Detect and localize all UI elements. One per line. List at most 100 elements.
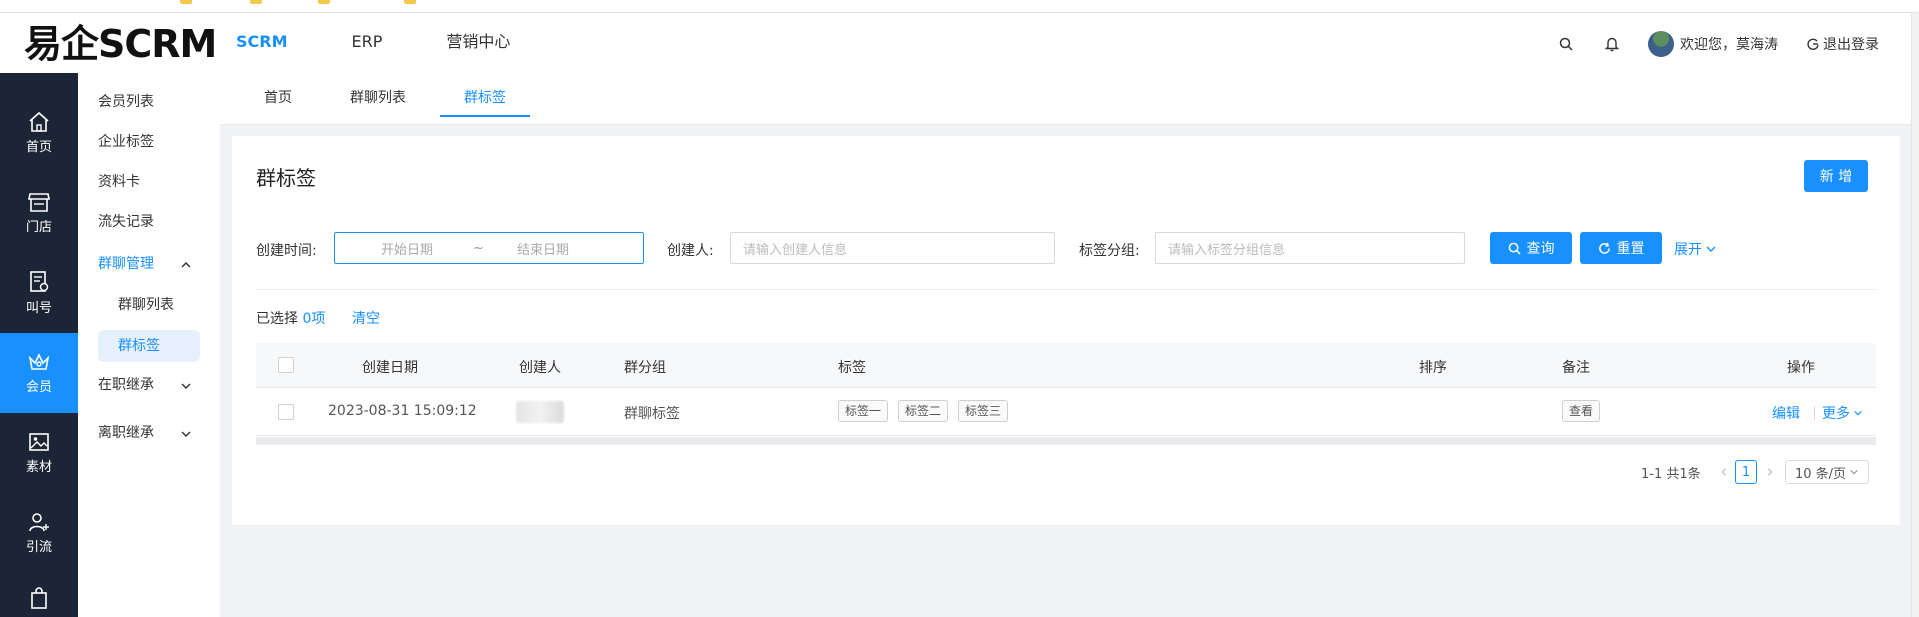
col-group: 群分组 [624,360,666,376]
clear-selection-link[interactable]: 清空 [352,308,380,328]
sidebar-item-enterprise-tags[interactable]: 企业标签 [98,132,154,152]
queue-ticket-icon [30,271,49,292]
date-range-picker[interactable]: 开始日期 ~ 结束日期 [334,232,644,264]
top-nav-erp[interactable]: ERP [352,31,383,53]
sidebar-item-queue[interactable]: 叫号 [0,253,78,333]
top-header: 易企SCRM SCRM ERP 营销中心 欢迎您，莫海涛 退出登录 [0,13,1919,73]
next-page-button[interactable] [1761,460,1779,484]
user-plus-icon [29,513,49,532]
tag-group-label: 标签分组: [1079,243,1140,259]
cell-group: 群聊标签 [624,406,680,422]
tab-bar: 首页 群聊列表 群标签 [220,73,1919,125]
sidebar-item-label: 引流 [25,540,52,555]
chevron-down-icon[interactable] [180,380,192,392]
image-icon [29,433,49,451]
tab-home[interactable]: 首页 [264,87,292,107]
chevron-down-icon[interactable] [180,428,192,440]
chevron-down-icon [1850,469,1858,475]
content-card: 群标签 新 增 创建时间: 开始日期 ~ 结束日期 创建人: 请输入创建人信息 … [232,136,1900,525]
edit-link[interactable]: 编辑 [1772,403,1800,423]
refresh-icon [1598,242,1610,254]
cell-creator-redacted [516,401,564,423]
col-sort: 排序 [1419,360,1447,376]
selection-info: 已选择 0项 [256,308,325,328]
sidebar-item-on-job-inherit[interactable]: 在职继承 [98,375,154,395]
more-label: 更多 [1822,406,1850,422]
sidebar-item-resigned-inherit[interactable]: 离职继承 [98,423,154,443]
bookmark-folder-icon[interactable] [404,0,416,4]
chevron-left-icon [1721,468,1727,476]
top-nav: SCRM ERP 营销中心 [236,31,574,53]
sidebar-item-member-list[interactable]: 会员列表 [98,92,154,112]
bookmark-folder-icon[interactable] [180,0,192,4]
sidebar-item-label: 门店 [25,220,52,235]
action-separator [1814,406,1815,420]
chevron-right-icon [1767,468,1773,476]
sidebar-item-churn-records[interactable]: 流失记录 [98,212,154,232]
bell-icon[interactable] [1602,34,1622,54]
row-checkbox[interactable] [278,404,294,420]
reset-label: 重置 [1616,241,1645,257]
pagination-summary: 1-1 共1条 [1641,467,1701,482]
crown-icon [28,353,50,370]
home-icon [29,111,49,132]
creator-label: 创建人: [667,243,714,259]
expand-label: 展开 [1674,242,1702,258]
col-remark: 备注 [1562,360,1590,376]
header-actions: 欢迎您，莫海涛 退出登录 [1556,31,1879,57]
sidebar-item-group-tags[interactable]: 群标签 [98,330,200,362]
sidebar-item-material[interactable]: 素材 [0,413,78,493]
search-icon[interactable] [1556,34,1576,54]
page-1-button[interactable]: 1 [1735,460,1757,484]
sidebar-item-store[interactable]: 门店 [0,173,78,253]
sidebar-item-label: 首页 [25,140,52,155]
sidebar-item-group-chat-list[interactable]: 群聊列表 [118,295,174,315]
horizontal-scrollbar[interactable] [256,437,1876,445]
logout-label: 退出登录 [1823,37,1879,53]
sidebar-item-traffic[interactable]: 引流 [0,493,78,573]
bookmark-folder-icon[interactable] [250,0,262,4]
logout-button[interactable]: 退出登录 [1806,34,1879,54]
select-all-checkbox[interactable] [278,357,294,373]
tab-group-chat-list[interactable]: 群聊列表 [350,87,406,107]
add-button[interactable]: 新 增 [1804,160,1868,192]
sidebar-item-home[interactable]: 首页 [0,93,78,173]
tag-group-input[interactable]: 请输入标签分组信息 [1155,232,1465,264]
search-icon [1508,242,1521,255]
tag-chip: 标签一 [838,400,889,422]
creator-input[interactable]: 请输入创建人信息 [730,232,1055,264]
sidebar-item-more[interactable] [0,583,78,617]
top-nav-scrm[interactable]: SCRM [236,31,288,53]
tag-chip: 标签二 [898,400,949,422]
start-date-input[interactable]: 开始日期 [381,239,433,258]
chevron-up-icon[interactable] [180,259,192,271]
prev-page-button[interactable] [1715,460,1733,484]
divider [256,289,1876,290]
browser-bookmark-bar [0,0,1919,13]
sidebar-item-profile-card[interactable]: 资料卡 [98,172,140,192]
end-date-input[interactable]: 结束日期 [517,239,569,258]
bookmark-folder-icon[interactable] [318,0,330,4]
query-label: 查询 [1526,241,1555,257]
query-button[interactable]: 查询 [1490,232,1572,264]
expand-toggle[interactable]: 展开 [1674,239,1717,259]
sidebar-item-group-chat[interactable]: 群聊管理 [98,254,154,274]
active-tab-indicator [440,115,530,117]
selection-count: 0项 [302,311,326,327]
reset-button[interactable]: 重置 [1580,232,1662,264]
tab-group-tags[interactable]: 群标签 [464,87,506,107]
view-remark-button[interactable]: 查看 [1562,400,1601,422]
range-separator: ~ [473,240,484,256]
col-tags: 标签 [838,360,866,376]
avatar[interactable] [1648,31,1674,57]
chevron-down-icon [1854,410,1862,416]
more-actions-dropdown[interactable]: 更多 [1822,403,1863,423]
page-size-select[interactable]: 10 条/页 [1785,460,1869,484]
table-header: 创建日期 创建人 群分组 标签 排序 备注 操作 [256,343,1876,388]
page-scrollbar[interactable] [1911,13,1919,617]
sidebar-item-label: 素材 [25,460,52,475]
sidebar-item-member[interactable]: 会员 [0,333,78,413]
top-nav-marketing[interactable]: 营销中心 [446,31,510,53]
page-title: 群标签 [256,166,316,190]
selection-prefix: 已选择 [256,311,298,327]
